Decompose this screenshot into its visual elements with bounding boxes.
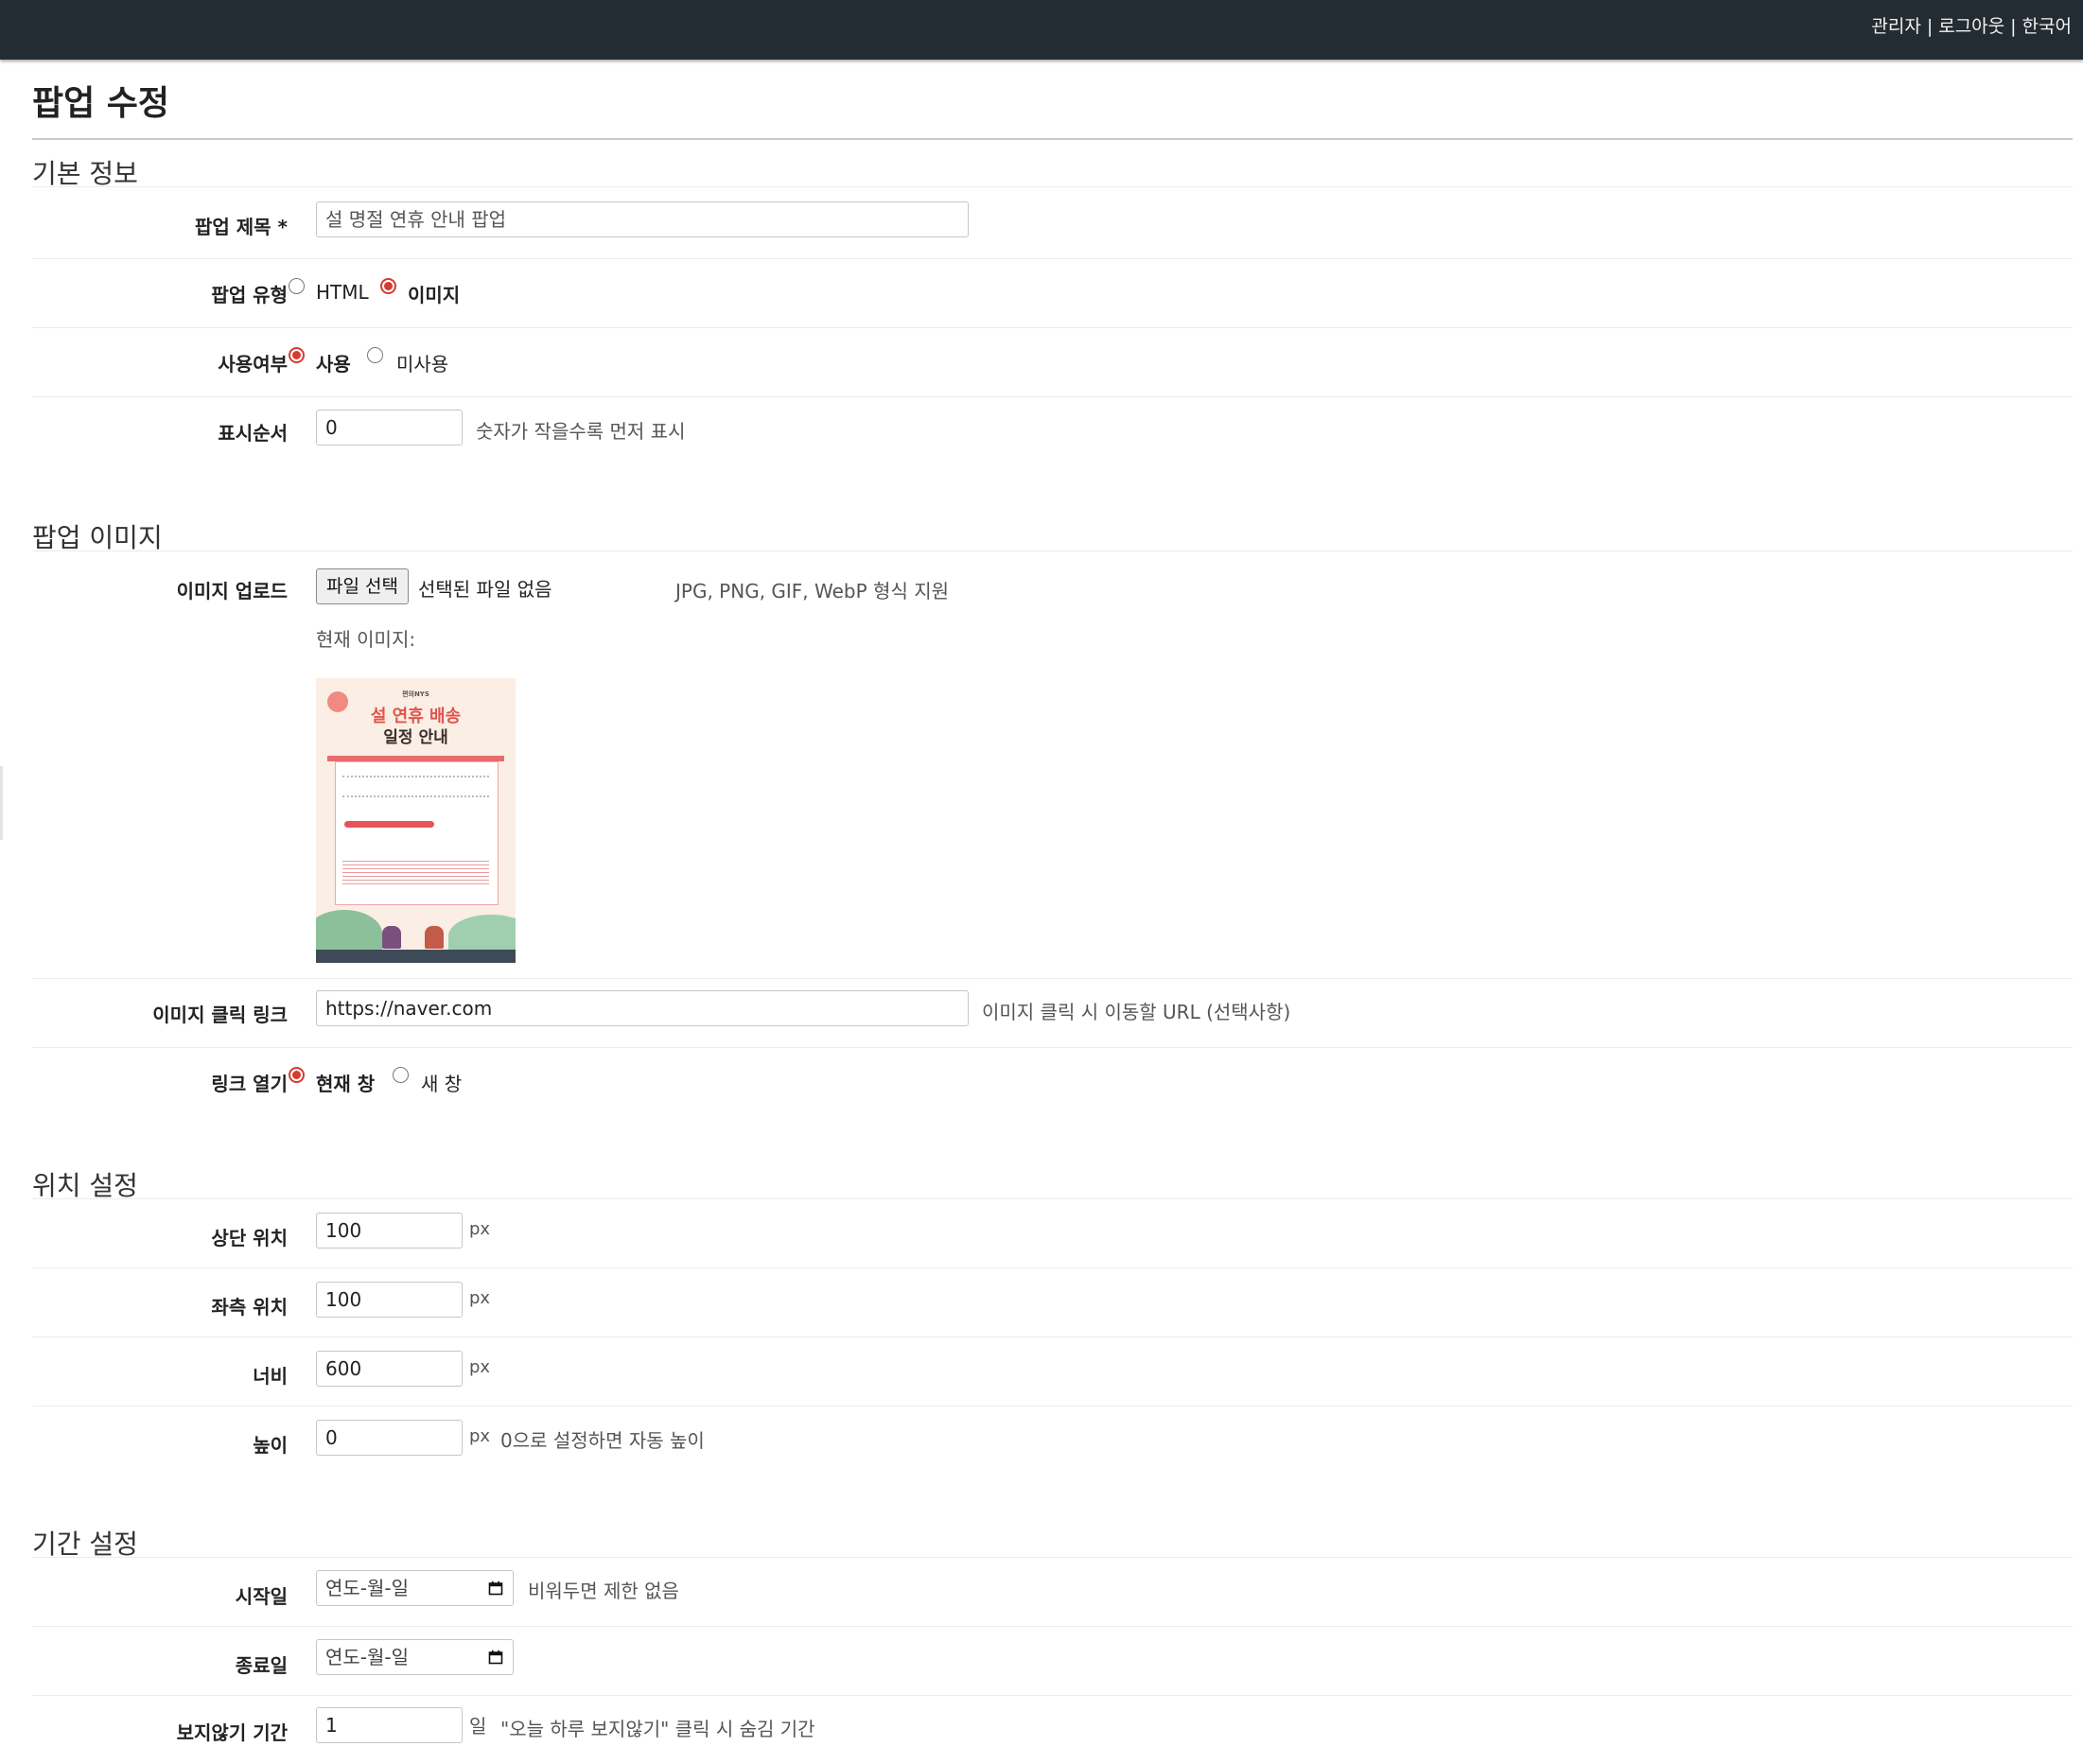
section-position-title: 위치 설정 (32, 1163, 2073, 1201)
open-new-option[interactable]: 새 창 (421, 1069, 462, 1096)
title-input[interactable]: 설 명절 연휴 안내 팝업 (316, 201, 969, 237)
row-width: 너비 600 px (32, 1337, 2073, 1406)
start-hint: 비워두면 제한 없음 (528, 1580, 679, 1602)
person-graphic (382, 926, 401, 949)
end-date-placeholder: 연도-월-일 (325, 1646, 410, 1668)
use-option[interactable]: 사용 (316, 349, 351, 376)
row-start-date: 시작일 연도-월-일 비워두면 제한 없음 (32, 1558, 2073, 1627)
hide-input[interactable]: 1 (316, 1707, 463, 1743)
type-html-option[interactable]: HTML (316, 281, 369, 304)
width-label: 너비 (253, 1365, 288, 1388)
language-link[interactable]: 한국어 (2022, 16, 2072, 37)
use-radio[interactable] (289, 347, 305, 363)
calendar-icon[interactable] (488, 1581, 503, 1596)
height-label: 높이 (253, 1434, 288, 1457)
top-nav: 관리자 | 로그아웃 | 한국어 (1871, 0, 2072, 54)
title-label: 팝업 제목 * (195, 216, 288, 238)
format-hint: JPG, PNG, GIF, WebP 형식 지원 (675, 580, 950, 603)
unused-option[interactable]: 미사용 (396, 349, 448, 376)
width-unit: px (469, 1357, 491, 1377)
row-title: 팝업 제목 * 설 명절 연휴 안내 팝업 (32, 187, 2073, 259)
nav-separator: | (1926, 16, 1934, 37)
type-image-radio[interactable] (380, 278, 396, 294)
start-date-placeholder: 연도-월-일 (325, 1577, 410, 1599)
row-height: 높이 0 px 0으로 설정하면 자동 높이 (32, 1406, 2073, 1522)
row-image-link: 이미지 클릭 링크 https://naver.com 이미지 클릭 시 이동할… (32, 979, 2073, 1048)
logout-link[interactable]: 로그아웃 (1938, 16, 2004, 37)
order-hint: 숫자가 작을수록 먼저 표시 (476, 420, 686, 443)
link-hint: 이미지 클릭 시 이동할 URL (선택사항) (982, 1001, 1291, 1023)
row-link-open: 링크 열기 현재 창 새 창 (32, 1048, 2073, 1163)
top-unit: px (469, 1219, 491, 1239)
top-bar: 관리자 | 로그아웃 | 한국어 (0, 0, 2083, 60)
calendar-row (342, 795, 489, 802)
main-content: 팝업 수정 기본 정보 팝업 제목 * 설 명절 연휴 안내 팝업 팝업 유형 … (32, 60, 2073, 1764)
unused-radio[interactable] (367, 347, 383, 363)
open-current-option[interactable]: 현재 창 (316, 1069, 375, 1096)
use-label: 사용여부 (218, 353, 288, 376)
top-input[interactable]: 100 (316, 1213, 463, 1249)
file-status: 선택된 파일 없음 (418, 578, 552, 601)
row-end-date: 종료일 연도-월-일 (32, 1627, 2073, 1696)
current-image-preview: 편의NYS 설 연휴 배송 일정 안내 (316, 678, 516, 963)
height-input[interactable]: 0 (316, 1420, 463, 1456)
order-label: 표시순서 (218, 422, 288, 445)
section-image-title: 팝업 이미지 (32, 515, 2073, 553)
holiday-band-graphic (344, 821, 434, 828)
order-input[interactable]: 0 (316, 410, 463, 445)
start-date-input[interactable]: 연도-월-일 (316, 1570, 514, 1606)
row-use: 사용여부 사용 미사용 (32, 328, 2073, 397)
section-period-title: 기간 설정 (32, 1522, 2073, 1560)
scroll-edge (0, 766, 3, 840)
row-top: 상단 위치 100 px (32, 1199, 2073, 1268)
left-label: 좌측 위치 (211, 1296, 288, 1319)
height-hint: 0으로 설정하면 자동 높이 (500, 1429, 705, 1452)
type-html-radio[interactable] (289, 278, 305, 294)
hide-unit: 일 (469, 1715, 487, 1738)
calendar-notes (342, 858, 489, 886)
hide-hint: "오늘 하루 보지않기" 클릭 시 숨김 기간 (500, 1718, 815, 1740)
current-image-label: 현재 이미지: (316, 628, 416, 651)
row-hide-period: 보지않기 기간 1 일 "오늘 하루 보지않기" 클릭 시 숨김 기간 (32, 1696, 2073, 1764)
start-label: 시작일 (235, 1585, 288, 1608)
open-label: 링크 열기 (211, 1073, 288, 1095)
person-graphic (425, 926, 444, 949)
hide-label: 보지않기 기간 (176, 1721, 288, 1744)
type-image-option[interactable]: 이미지 (408, 280, 460, 307)
link-label: 이미지 클릭 링크 (152, 1004, 288, 1026)
type-label: 팝업 유형 (211, 284, 288, 306)
left-unit: px (469, 1288, 491, 1308)
section-basic-title: 기본 정보 (32, 151, 2073, 189)
link-input[interactable]: https://naver.com (316, 990, 969, 1026)
upload-label: 이미지 업로드 (176, 580, 288, 603)
row-left: 좌측 위치 100 px (32, 1268, 2073, 1337)
row-order: 표시순서 0 숫자가 작을수록 먼저 표시 (32, 397, 2073, 515)
width-input[interactable]: 600 (316, 1351, 463, 1387)
calendar-icon[interactable] (488, 1650, 503, 1665)
open-new-radio[interactable] (393, 1067, 409, 1083)
top-label: 상단 위치 (211, 1227, 288, 1249)
calendar-row (342, 776, 489, 782)
row-type: 팝업 유형 HTML 이미지 (32, 259, 2073, 328)
preview-brand: 편의NYS (402, 690, 429, 698)
row-image-upload: 이미지 업로드 파일 선택 선택된 파일 없음 JPG, PNG, GIF, W… (32, 551, 2073, 979)
preview-title-line2: 일정 안내 (383, 728, 448, 747)
page-title: 팝업 수정 (32, 60, 2073, 140)
height-unit: px (469, 1426, 491, 1446)
file-select-button[interactable]: 파일 선택 (316, 568, 409, 604)
admin-link[interactable]: 관리자 (1871, 16, 1920, 37)
end-date-input[interactable]: 연도-월-일 (316, 1639, 514, 1675)
roof-graphic (316, 950, 516, 963)
left-input[interactable]: 100 (316, 1282, 463, 1318)
end-label: 종료일 (235, 1654, 288, 1677)
nav-separator: | (2010, 16, 2017, 37)
open-current-radio[interactable] (289, 1067, 305, 1083)
